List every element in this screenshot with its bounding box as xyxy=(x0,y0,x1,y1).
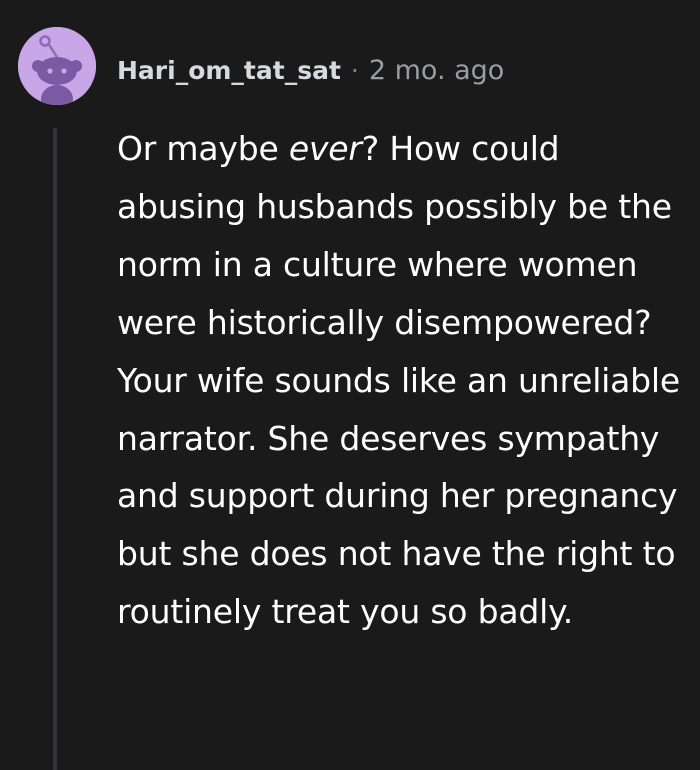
comment-body-text-rest: ? How could abusing husbands possibly be… xyxy=(117,129,680,632)
comment: Hari_om_tat_sat · 2 mo. ago Or maybe eve… xyxy=(0,0,700,770)
user-avatar[interactable] xyxy=(18,27,96,105)
comment-header: Hari_om_tat_sat · 2 mo. ago xyxy=(117,50,504,90)
meta-separator: · xyxy=(350,55,359,85)
author-username[interactable]: Hari_om_tat_sat xyxy=(117,56,341,85)
comment-body: Or maybe ever? How could abusing husband… xyxy=(117,120,687,641)
comment-body-text: Or maybe xyxy=(117,129,289,168)
thread-collapse-line[interactable] xyxy=(53,128,57,770)
comment-body-emphasis: ever xyxy=(288,129,362,168)
comment-timestamp[interactable]: 2 mo. ago xyxy=(369,55,504,86)
reddit-snoo-avatar-icon xyxy=(18,27,96,105)
